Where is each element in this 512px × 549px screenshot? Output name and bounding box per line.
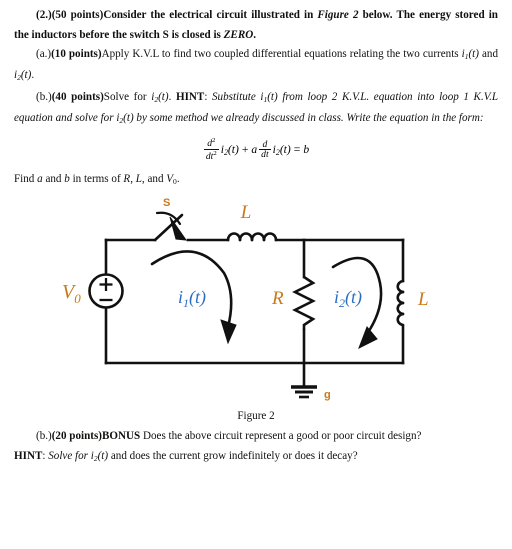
part-b-hint-text-2: from loop 2 K.V.L. equation into bbox=[277, 90, 435, 103]
bonus-label: (b.) bbox=[36, 430, 52, 442]
current-2-label: i2(t) bbox=[334, 287, 362, 310]
part-a-text: Apply K.V.L to find two coupled differen… bbox=[101, 48, 420, 60]
equals-operator: = bbox=[293, 143, 301, 157]
part-b-points: (40 points) bbox=[51, 90, 104, 103]
bonus-text: Does the above circuit represent a good … bbox=[140, 430, 422, 442]
current-i2-argument: (t) bbox=[20, 69, 32, 82]
part-a-period: . bbox=[31, 69, 35, 82]
equation-rhs-b: b bbox=[303, 143, 310, 157]
circuit-diagram-svg: S V0 L R L i1(t) i2(t) g bbox=[62, 197, 429, 401]
inductor-top-symbol bbox=[226, 232, 278, 242]
problem-intro-tail: below. The bbox=[358, 9, 415, 21]
equation-i2-term1: i2(t) bbox=[221, 143, 239, 157]
problem-intro-period: . bbox=[253, 28, 257, 41]
find-comma2: , and bbox=[141, 172, 167, 185]
problem-intro-text: Consider the electrical circuit illustra… bbox=[103, 9, 318, 21]
part-b-hint-text-1: Substitute bbox=[212, 90, 261, 103]
find-ab-line: Find a and b in terms of R, L, and V0. bbox=[14, 170, 498, 191]
bonus-hint-paragraph: HINT: Solve for i2(t) and does the curre… bbox=[14, 447, 498, 468]
inductor-right-label: L bbox=[417, 289, 429, 310]
part-b-hint-text-5: the equation in the form: bbox=[373, 112, 484, 125]
fraction2-numerator: d bbox=[262, 138, 268, 150]
part-a-currents-pre: currents bbox=[422, 48, 462, 60]
part-b-hint-i1-argument: (t) bbox=[267, 90, 278, 103]
current-1-label: i1(t) bbox=[178, 287, 206, 310]
ground-label: g bbox=[324, 389, 331, 401]
first-derivative-fraction: d dt bbox=[259, 138, 271, 161]
bonus-hint-i2-argument: (t) bbox=[97, 449, 109, 462]
second-derivative-fraction: d2 dt2 bbox=[203, 137, 219, 162]
exam-problem-page: (2.)(50 points)Consider the electrical c… bbox=[0, 0, 512, 549]
part-b-i2-argument: (t) bbox=[158, 90, 169, 103]
part-b-label: (b.) bbox=[36, 90, 52, 103]
inductor-top-label: L bbox=[240, 202, 252, 223]
fraction-numerator: d2 bbox=[205, 137, 217, 149]
resistor-symbol bbox=[292, 275, 316, 330]
figure-reference: Figure 2 bbox=[317, 9, 359, 21]
bonus-points: (20 points) bbox=[51, 430, 102, 442]
plus-operator: + bbox=[241, 143, 249, 157]
inductor-right-symbol bbox=[396, 279, 405, 327]
part-a-and: and bbox=[478, 48, 498, 60]
find-and: and bbox=[42, 172, 65, 185]
circuit-figure: S V0 L R L i1(t) i2(t) g bbox=[0, 191, 512, 409]
equation-i2-term2: i2(t) bbox=[273, 143, 291, 157]
dt-den-exponent: 2 bbox=[213, 150, 217, 158]
find-period: . bbox=[176, 172, 180, 185]
zero-emphasis: ZERO bbox=[223, 28, 254, 41]
part-a-points: (10 points) bbox=[51, 48, 102, 60]
bonus-hint-label: HINT bbox=[14, 449, 43, 462]
find-mid: in terms of bbox=[69, 172, 124, 185]
bonus-hint-pre: Solve for bbox=[48, 449, 91, 462]
part-b-hint-text-4: by some method we already discussed in c… bbox=[133, 112, 371, 125]
part-b-dot: . bbox=[168, 90, 176, 103]
bonus-hint-post: and does the current grow indefinitely o… bbox=[108, 449, 358, 462]
part-b-paragraph: (b.)(40 points)Solve for i2(t). HINT: Su… bbox=[14, 88, 498, 131]
voltage-source-label: V0 bbox=[62, 281, 81, 306]
d-num-exponent: 2 bbox=[212, 137, 216, 145]
problem-statement: (2.)(50 points)Consider the electrical c… bbox=[14, 6, 498, 45]
part-a-label: (a.) bbox=[36, 48, 52, 60]
bonus-paragraph: (b.)(20 points)BONUS Does the above circ… bbox=[14, 427, 498, 447]
ground-symbol bbox=[291, 385, 317, 399]
part-a-paragraph: (a.)(10 points)Apply K.V.L to find two c… bbox=[14, 45, 498, 88]
part-b-hint-i2-argument: (t) bbox=[123, 112, 134, 125]
current-i1-argument: (t) bbox=[468, 48, 479, 60]
switch-label: S bbox=[163, 197, 170, 209]
fraction-denominator: dt2 bbox=[203, 149, 219, 162]
part-b-solve-text: Solve for bbox=[103, 90, 152, 103]
figure-caption: Figure 2 bbox=[237, 410, 275, 422]
i2-arg-1: (t) bbox=[227, 142, 239, 156]
problem-number: (2.) bbox=[36, 9, 52, 21]
find-pre: Find bbox=[14, 172, 38, 185]
part-b-hint-label: HINT bbox=[175, 90, 205, 103]
equation-row: d2 dt2 i2(t) + a d dt i2(t) = b bbox=[203, 137, 309, 162]
problem-points: (50 points) bbox=[51, 9, 104, 21]
part-b-hint-colon: : bbox=[204, 90, 212, 103]
bonus-word: BONUS bbox=[101, 430, 141, 442]
resistor-label: R bbox=[271, 288, 284, 309]
i2-arg-2: (t) bbox=[279, 142, 291, 156]
displayed-equation: d2 dt2 i2(t) + a d dt i2(t) = b bbox=[14, 137, 498, 163]
fraction2-denominator: dt bbox=[259, 149, 271, 161]
coefficient-a: a bbox=[251, 143, 258, 157]
